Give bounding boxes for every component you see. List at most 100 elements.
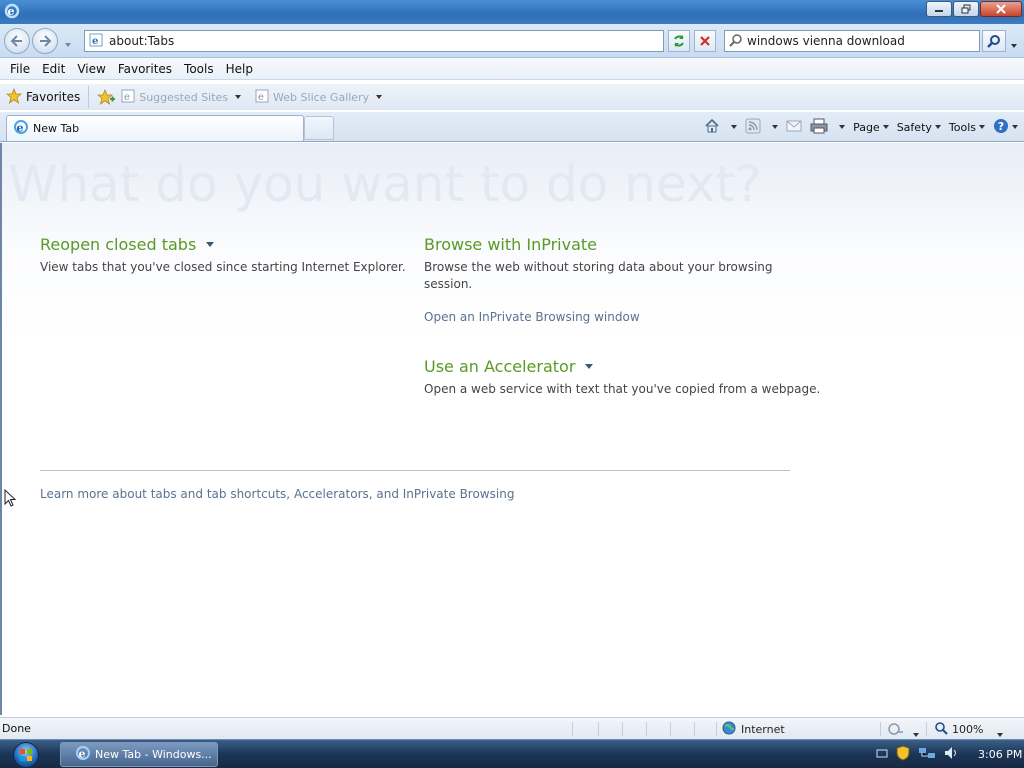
zoom-level: 100% <box>952 723 984 736</box>
refresh-button[interactable] <box>668 30 690 52</box>
tab-new-tab[interactable]: e New Tab <box>6 115 304 141</box>
stop-button[interactable] <box>694 30 716 52</box>
svg-text:e: e <box>17 122 24 135</box>
address-bar[interactable]: e <box>84 30 664 52</box>
svg-text:e: e <box>258 92 264 103</box>
command-bar: Page Safety Tools ? <box>704 116 1018 138</box>
zone-label: Internet <box>741 723 785 736</box>
menu-favorites[interactable]: Favorites <box>112 62 178 76</box>
search-provider-icon <box>729 33 743 50</box>
accelerator-title: Use an Accelerator <box>424 357 576 376</box>
page-headline: What do you want to do next? <box>8 155 762 213</box>
reopen-description: View tabs that you've closed since start… <box>40 260 406 274</box>
network-icon[interactable] <box>918 746 936 763</box>
taskbar: e New Tab - Windows... 3:06 PM <box>0 739 1024 768</box>
inprivate-description: Browse the web without storing data abou… <box>424 260 773 291</box>
recent-pages-dropdown[interactable] <box>62 36 71 50</box>
use-accelerator-link[interactable]: Use an Accelerator <box>424 357 594 376</box>
tools-menu-button[interactable]: Tools <box>949 121 985 134</box>
mail-icon <box>786 119 802 136</box>
minimize-button[interactable] <box>926 1 952 17</box>
search-options-dropdown[interactable] <box>1008 37 1017 51</box>
home-dropdown[interactable] <box>728 125 738 129</box>
globe-icon <box>722 721 736 738</box>
reopen-closed-tabs-link[interactable]: Reopen closed tabs <box>40 235 215 254</box>
suggested-sites-button[interactable]: e Suggested Sites <box>121 89 242 106</box>
address-toolbar: e <box>0 24 1024 58</box>
svg-text:?: ? <box>998 120 1004 133</box>
search-box[interactable] <box>724 30 980 52</box>
browse-inprivate-heading: Browse with InPrivate <box>424 235 597 254</box>
zoom-control[interactable]: 100% <box>934 721 983 738</box>
restore-button[interactable] <box>953 1 979 17</box>
search-button[interactable] <box>982 30 1006 52</box>
zoom-dropdown[interactable] <box>994 726 1003 740</box>
accelerator-description: Open a web service with text that you've… <box>424 382 821 396</box>
star-icon <box>5 87 23 107</box>
suggested-sites-label: Suggested Sites <box>139 90 229 104</box>
inprivate-title: Browse with InPrivate <box>424 235 598 254</box>
tools-menu-label: Tools <box>948 120 976 134</box>
home-icon <box>704 118 720 137</box>
print-dropdown[interactable] <box>836 125 846 129</box>
safety-menu-button[interactable]: Safety <box>897 121 941 134</box>
reopen-title: Reopen closed tabs <box>40 235 197 254</box>
feeds-button[interactable] <box>745 118 761 137</box>
menu-view[interactable]: View <box>71 62 111 76</box>
menu-edit[interactable]: Edit <box>36 62 71 76</box>
menu-tools[interactable]: Tools <box>178 62 220 76</box>
address-input[interactable] <box>109 34 649 48</box>
volume-icon[interactable] <box>944 746 960 763</box>
read-mail-button[interactable] <box>786 119 802 136</box>
print-button[interactable] <box>810 118 828 137</box>
clock[interactable]: 3:06 PM <box>978 748 1022 761</box>
safety-menu-label: Safety <box>896 120 932 134</box>
favorites-button[interactable]: Favorites <box>0 86 90 108</box>
feeds-dropdown[interactable] <box>769 125 779 129</box>
magnifier-icon <box>934 721 948 738</box>
favorites-bar: Favorites e Suggested Sites e Web Slice … <box>0 84 1024 110</box>
page-content: What do you want to do next? Reopen clos… <box>0 143 1024 715</box>
new-tab-button[interactable] <box>304 116 334 140</box>
svg-text:e: e <box>8 5 15 18</box>
start-button[interactable] <box>6 741 46 768</box>
status-text: Done <box>2 722 31 735</box>
protected-mode-icon[interactable] <box>888 722 904 739</box>
chevron-down-icon <box>376 95 383 99</box>
svg-text:e: e <box>92 36 98 47</box>
windows-logo-icon <box>13 741 39 768</box>
svg-text:e: e <box>79 748 86 761</box>
page-menu-label: Page <box>853 120 880 134</box>
printer-icon <box>810 118 828 137</box>
menu-bar: File Edit View Favorites Tools Help <box>0 58 1024 80</box>
show-desktop-icon[interactable] <box>876 747 888 762</box>
add-to-favorites-bar-icon[interactable] <box>97 89 116 105</box>
page-menu-button[interactable]: Page <box>853 121 889 134</box>
home-button[interactable] <box>704 118 720 137</box>
chevron-down-icon <box>206 242 215 247</box>
learn-more-link[interactable]: Learn more about tabs and tab shortcuts,… <box>40 487 514 501</box>
help-icon: ? <box>993 118 1009 137</box>
divider <box>40 470 790 471</box>
security-shield-icon[interactable] <box>896 745 910 764</box>
forward-button[interactable] <box>32 28 58 54</box>
ie-tab-icon: e <box>13 119 29 138</box>
ie-logo-icon: e <box>4 3 20 19</box>
menu-file[interactable]: File <box>4 62 36 76</box>
open-inprivate-window-link[interactable]: Open an InPrivate Browsing window <box>424 310 640 324</box>
security-zone[interactable]: Internet <box>722 721 785 738</box>
protected-mode-dropdown[interactable] <box>910 726 919 740</box>
search-input[interactable] <box>747 34 973 48</box>
page-icon: e <box>255 89 269 106</box>
taskbar-ie-window-button[interactable]: e New Tab - Windows... <box>60 742 218 767</box>
mouse-cursor-icon <box>4 488 17 510</box>
back-button[interactable] <box>4 28 30 54</box>
help-button[interactable]: ? <box>993 118 1018 137</box>
menu-help[interactable]: Help <box>220 62 259 76</box>
web-slice-gallery-button[interactable]: e Web Slice Gallery <box>255 89 383 106</box>
close-window-button[interactable] <box>980 1 1022 17</box>
svg-text:e: e <box>124 92 130 103</box>
chevron-down-icon <box>235 95 242 99</box>
page-icon: e <box>89 33 103 50</box>
status-bar: Done Internet 100% <box>0 717 1024 739</box>
